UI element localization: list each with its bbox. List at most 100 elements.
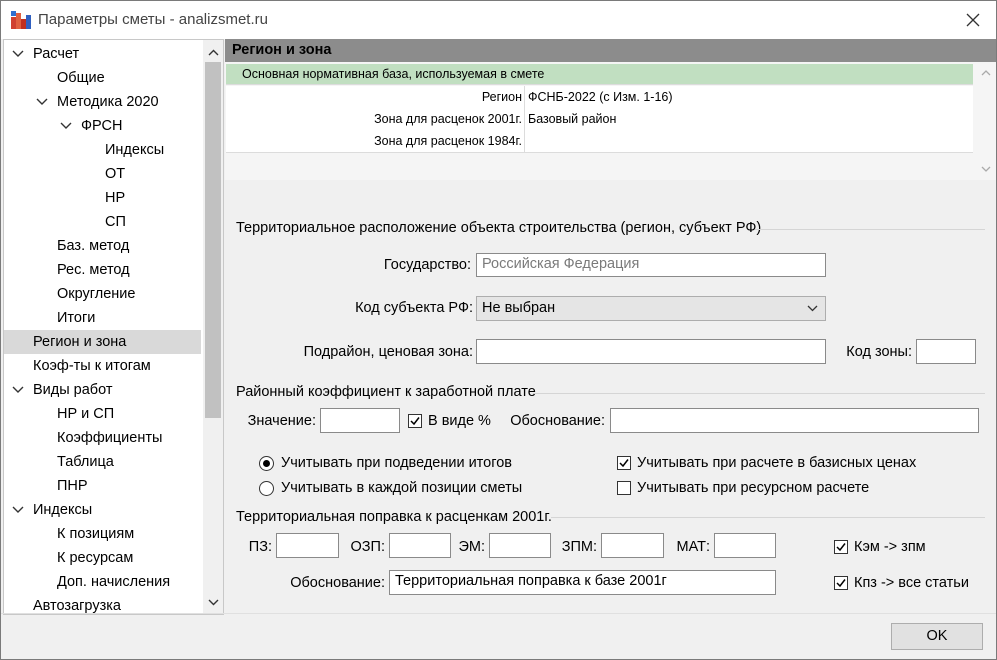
chevron-down-icon[interactable] bbox=[981, 166, 991, 172]
tree-item-label: Таблица bbox=[57, 454, 114, 470]
tree-item-metodika[interactable]: Методика 2020 bbox=[4, 90, 201, 114]
country-field[interactable]: Российская Федерация bbox=[476, 253, 826, 277]
chevron-down-icon[interactable] bbox=[12, 378, 26, 402]
tree-item-baz-metod[interactable]: Баз. метод bbox=[4, 234, 201, 258]
percent-checkbox[interactable] bbox=[408, 414, 422, 428]
chevron-down-icon[interactable] bbox=[12, 42, 26, 66]
tree-item-label: Рес. метод bbox=[57, 262, 130, 278]
tree-item-label: Регион и зона bbox=[33, 334, 127, 350]
tree-item-k-resursam[interactable]: К ресурсам bbox=[4, 546, 201, 570]
window-title: Параметры сметы - analizsmet.ru bbox=[38, 11, 268, 28]
tree-item-label: НР bbox=[105, 190, 126, 206]
tree-item-label: Доп. начисления bbox=[57, 574, 171, 590]
checkmark-icon bbox=[836, 579, 846, 588]
pz-field[interactable] bbox=[276, 533, 339, 558]
radio-totals-label: Учитывать при подведении итогов bbox=[281, 455, 512, 471]
tree-item-okruglenie[interactable]: Округление bbox=[4, 282, 201, 306]
kpz-checkbox[interactable] bbox=[834, 576, 848, 590]
chevron-down-icon[interactable] bbox=[36, 90, 50, 114]
close-button[interactable] bbox=[950, 1, 996, 39]
subregion-field[interactable] bbox=[476, 339, 826, 364]
tree-item-vidy-rabot[interactable]: Виды работ bbox=[4, 378, 201, 402]
chevron-down-icon bbox=[208, 599, 218, 605]
subject-code-select[interactable]: Не выбран bbox=[476, 296, 826, 321]
tree-item-label: Итоги bbox=[57, 310, 96, 326]
tree-item-k-poziciyam[interactable]: К позициям bbox=[4, 522, 201, 546]
tree-scrollbar[interactable] bbox=[203, 40, 223, 614]
section-divider bbox=[533, 393, 985, 394]
section-divider bbox=[551, 517, 985, 518]
ozp-field[interactable] bbox=[389, 533, 451, 558]
tree-item-ot[interactable]: ОТ bbox=[4, 162, 201, 186]
settings-tree: Расчет Общие Методика 2020 ФРСН Индексы … bbox=[3, 39, 224, 615]
tree-item-tablica[interactable]: Таблица bbox=[4, 450, 201, 474]
district-value-field[interactable] bbox=[320, 408, 400, 433]
radio-each-position[interactable] bbox=[259, 481, 274, 496]
tree-item-obshchie[interactable]: Общие bbox=[4, 66, 201, 90]
district-basis-field[interactable] bbox=[610, 408, 979, 433]
panel-header: Регион и зона bbox=[225, 39, 996, 62]
tree-item-pnr[interactable]: ПНР bbox=[4, 474, 201, 498]
pz-label: ПЗ: bbox=[248, 539, 272, 555]
tree-item-nr-sp[interactable]: НР и СП bbox=[4, 402, 201, 426]
tree-item-label: Округление bbox=[57, 286, 136, 302]
ozp-label: ОЗП: bbox=[350, 539, 386, 555]
tree-item-koef-itogi[interactable]: Коэф-ты к итогам bbox=[4, 354, 201, 378]
tree-item-koefficienty[interactable]: Коэффициенты bbox=[4, 426, 201, 450]
radio-totals[interactable] bbox=[259, 456, 274, 471]
tree-item-region-zona[interactable]: Регион и зона bbox=[4, 330, 201, 354]
grid-row-zone-2001[interactable]: Зона для расценок 2001г. Базовый район bbox=[226, 108, 973, 131]
tree-item-label: Методика 2020 bbox=[57, 94, 159, 110]
close-icon bbox=[966, 13, 980, 27]
grid-row-value[interactable]: ФСНБ-2022 (с Изм. 1-16) bbox=[528, 86, 673, 108]
zone-code-field[interactable] bbox=[916, 339, 976, 364]
tree-item-label: К позициям bbox=[57, 526, 135, 542]
zpm-field[interactable] bbox=[601, 533, 664, 558]
subject-code-value: Не выбран bbox=[482, 300, 556, 316]
tree-item-sp[interactable]: СП bbox=[4, 210, 201, 234]
tree-item-label: К ресурсам bbox=[57, 550, 134, 566]
tree-item-frsn[interactable]: ФРСН bbox=[4, 114, 201, 138]
ok-button[interactable]: OK bbox=[891, 623, 983, 650]
tree-item-res-metod[interactable]: Рес. метод bbox=[4, 258, 201, 282]
chevron-down-icon[interactable] bbox=[60, 114, 74, 138]
resource-calc-checkbox[interactable] bbox=[617, 481, 631, 495]
chevron-down-icon[interactable] bbox=[12, 498, 26, 522]
app-logo-icon bbox=[11, 11, 31, 29]
grid-row-region[interactable]: Регион ФСНБ-2022 (с Изм. 1-16) bbox=[226, 86, 973, 109]
grid-scrollbar[interactable] bbox=[977, 62, 995, 180]
title-bar: Параметры сметы - analizsmet.ru bbox=[1, 1, 996, 39]
tree-item-label: СП bbox=[105, 214, 126, 230]
grid-group-row[interactable]: Основная нормативная база, используемая … bbox=[226, 64, 973, 85]
territory-section-title: Территориальное расположение объекта стр… bbox=[236, 220, 762, 236]
scroll-down-button[interactable] bbox=[203, 592, 223, 612]
grid-row-value[interactable]: Базовый район bbox=[528, 108, 616, 130]
scroll-up-button[interactable] bbox=[203, 42, 223, 62]
tree-item-indeksy[interactable]: Индексы bbox=[4, 138, 201, 162]
percent-label: В виде % bbox=[428, 413, 491, 429]
chevron-down-icon bbox=[807, 297, 821, 320]
tree-item-indeksy-group[interactable]: Индексы bbox=[4, 498, 201, 522]
checkmark-icon bbox=[836, 543, 846, 552]
tree-item-itogi[interactable]: Итоги bbox=[4, 306, 201, 330]
zone-code-label: Код зоны: bbox=[846, 344, 912, 360]
tree-item-dop-nachisleniya[interactable]: Доп. начисления bbox=[4, 570, 201, 594]
em-field[interactable] bbox=[489, 533, 551, 558]
grid-row-zone-1984[interactable]: Зона для расценок 1984г. bbox=[226, 130, 973, 153]
subregion-label: Подрайон, ценовая зона: bbox=[303, 344, 473, 360]
scrollbar-thumb[interactable] bbox=[205, 62, 221, 418]
kem-checkbox[interactable] bbox=[834, 540, 848, 554]
tree-item-label: ПНР bbox=[57, 478, 88, 494]
tree-item-avtozagruzka[interactable]: Автозагрузка bbox=[4, 594, 201, 614]
tree-item-label: Индексы bbox=[33, 502, 93, 518]
settings-window: Параметры сметы - analizsmet.ru Расчет О… bbox=[0, 0, 997, 660]
tree-item-raschet[interactable]: Расчет bbox=[4, 42, 201, 66]
tree-item-nr[interactable]: НР bbox=[4, 186, 201, 210]
mat-field[interactable] bbox=[714, 533, 776, 558]
correction-basis-field[interactable]: Территориальная поправка к базе 2001г bbox=[389, 570, 776, 595]
base-prices-checkbox[interactable] bbox=[617, 456, 631, 470]
property-grid: Основная нормативная база, используемая … bbox=[225, 62, 996, 180]
chevron-up-icon[interactable] bbox=[981, 70, 991, 76]
tree-item-label: Коэф-ты к итогам bbox=[33, 358, 151, 374]
country-label: Государство: bbox=[383, 257, 471, 273]
